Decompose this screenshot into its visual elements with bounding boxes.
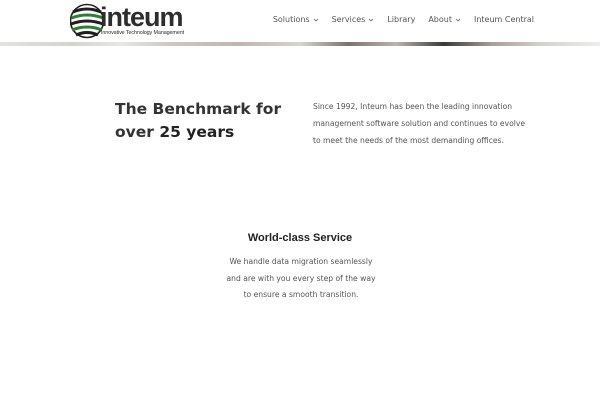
service-heading: World-class Service [247, 232, 353, 244]
nav-label: Inteum Central [473, 15, 534, 24]
nav-item-services[interactable]: Services [332, 15, 375, 24]
nav-label: Solutions [272, 15, 310, 24]
service-description: We handle data migration seamlessly and … [226, 257, 376, 299]
inteum-logo[interactable]: inteum Innovative Technology Management [70, 1, 188, 41]
logo-wordmark: inteum [100, 2, 184, 32]
nav-item-library[interactable]: Library [387, 15, 415, 24]
hero-image-strip [0, 42, 600, 46]
site-header: inteum Innovative Technology Management … [0, 0, 600, 44]
main-nav: Solutions Services Library About Inteum … [273, 15, 534, 24]
nav-label: Library [387, 15, 416, 24]
benchmark-description: Since 1992, Inteum has been the leading … [313, 102, 526, 145]
nav-item-inteum-central[interactable]: Inteum Central [474, 15, 534, 24]
logo-tagline: Innovative Technology Management [101, 30, 185, 36]
nav-item-solutions[interactable]: Solutions [273, 15, 319, 24]
nav-item-about[interactable]: About [428, 15, 461, 24]
chevron-down-icon [313, 18, 318, 22]
nav-label: Services [331, 15, 366, 24]
chevron-down-icon [369, 18, 374, 22]
nav-label: About [428, 15, 452, 24]
chevron-down-icon [455, 18, 461, 22]
benchmark-heading: The Benchmark for over 25 years [115, 98, 285, 144]
benchmark-heading-highlight: 25 years [159, 123, 235, 141]
